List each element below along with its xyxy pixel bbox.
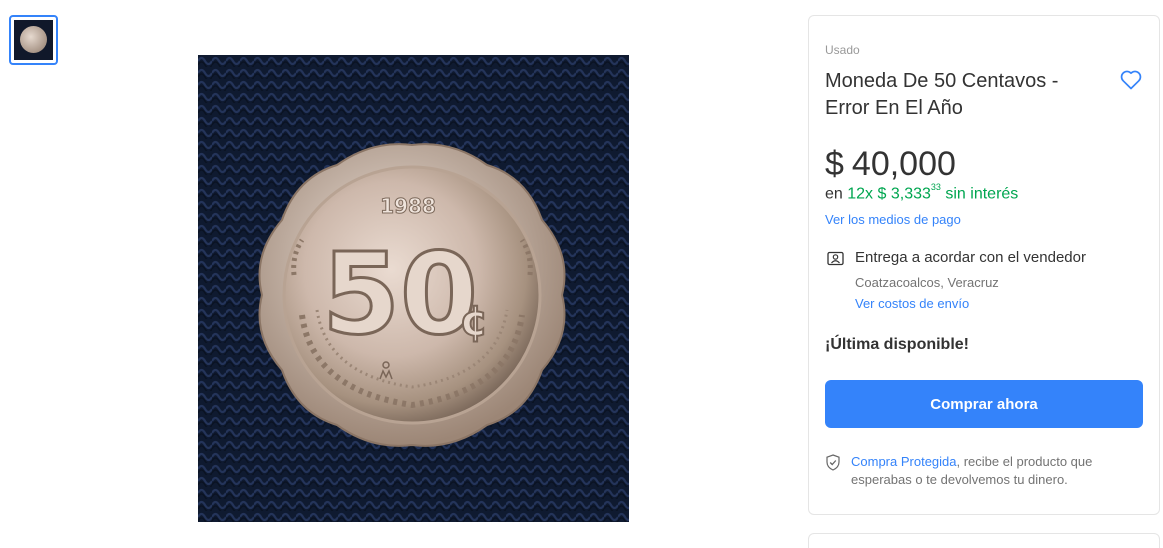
price-amount: 40,000 bbox=[851, 145, 956, 183]
heart-icon[interactable] bbox=[1119, 68, 1143, 92]
installments-info: en 12x $ 3,33333 sin interés bbox=[825, 182, 1019, 203]
thumbnail-image bbox=[14, 20, 53, 60]
product-title: Moneda De 50 Centavos - Error En El Año bbox=[825, 70, 1059, 119]
coin-year: 1988 bbox=[380, 194, 436, 218]
coin-currency-symbol: ¢ bbox=[459, 296, 488, 345]
protected-purchase-link[interactable]: Compra Protegida bbox=[851, 454, 957, 469]
condition-label: Usado bbox=[825, 43, 860, 57]
shipping-costs-link[interactable]: Ver costos de envío bbox=[855, 296, 969, 311]
thumbnail-coin bbox=[20, 26, 47, 53]
stock-status: ¡Última disponible! bbox=[825, 336, 969, 353]
installments-suffix: sin interés bbox=[945, 185, 1019, 203]
shield-check-icon bbox=[825, 454, 841, 471]
price-currency: $ bbox=[825, 145, 844, 183]
gallery-thumbnail[interactable] bbox=[9, 15, 58, 65]
installments-prefix: en bbox=[825, 185, 843, 203]
buy-now-button[interactable]: Comprar ahora bbox=[825, 380, 1143, 428]
delivery-text: Entrega a acordar con el vendedor bbox=[855, 249, 1086, 266]
purchase-protection-text: Compra Protegida, recibe el producto que… bbox=[851, 453, 1141, 489]
installments-count: 12x bbox=[847, 185, 874, 203]
installments-amount: 3,333 bbox=[890, 185, 931, 203]
coin-denomination: 50 bbox=[322, 230, 478, 360]
product-info-panel: Usado Moneda De 50 Centavos - Error En E… bbox=[808, 15, 1160, 515]
payment-methods-link[interactable]: Ver los medios de pago bbox=[825, 212, 961, 227]
person-card-icon bbox=[827, 251, 845, 267]
price: $40,000 bbox=[825, 146, 956, 182]
seller-location: Coatzacoalcos, Veracruz bbox=[855, 275, 999, 290]
installments-cents: 33 bbox=[930, 182, 941, 192]
coin-photo: 1988 50 ¢ bbox=[198, 55, 629, 522]
next-panel bbox=[808, 533, 1160, 548]
main-product-image[interactable]: 1988 50 ¢ bbox=[198, 55, 629, 522]
